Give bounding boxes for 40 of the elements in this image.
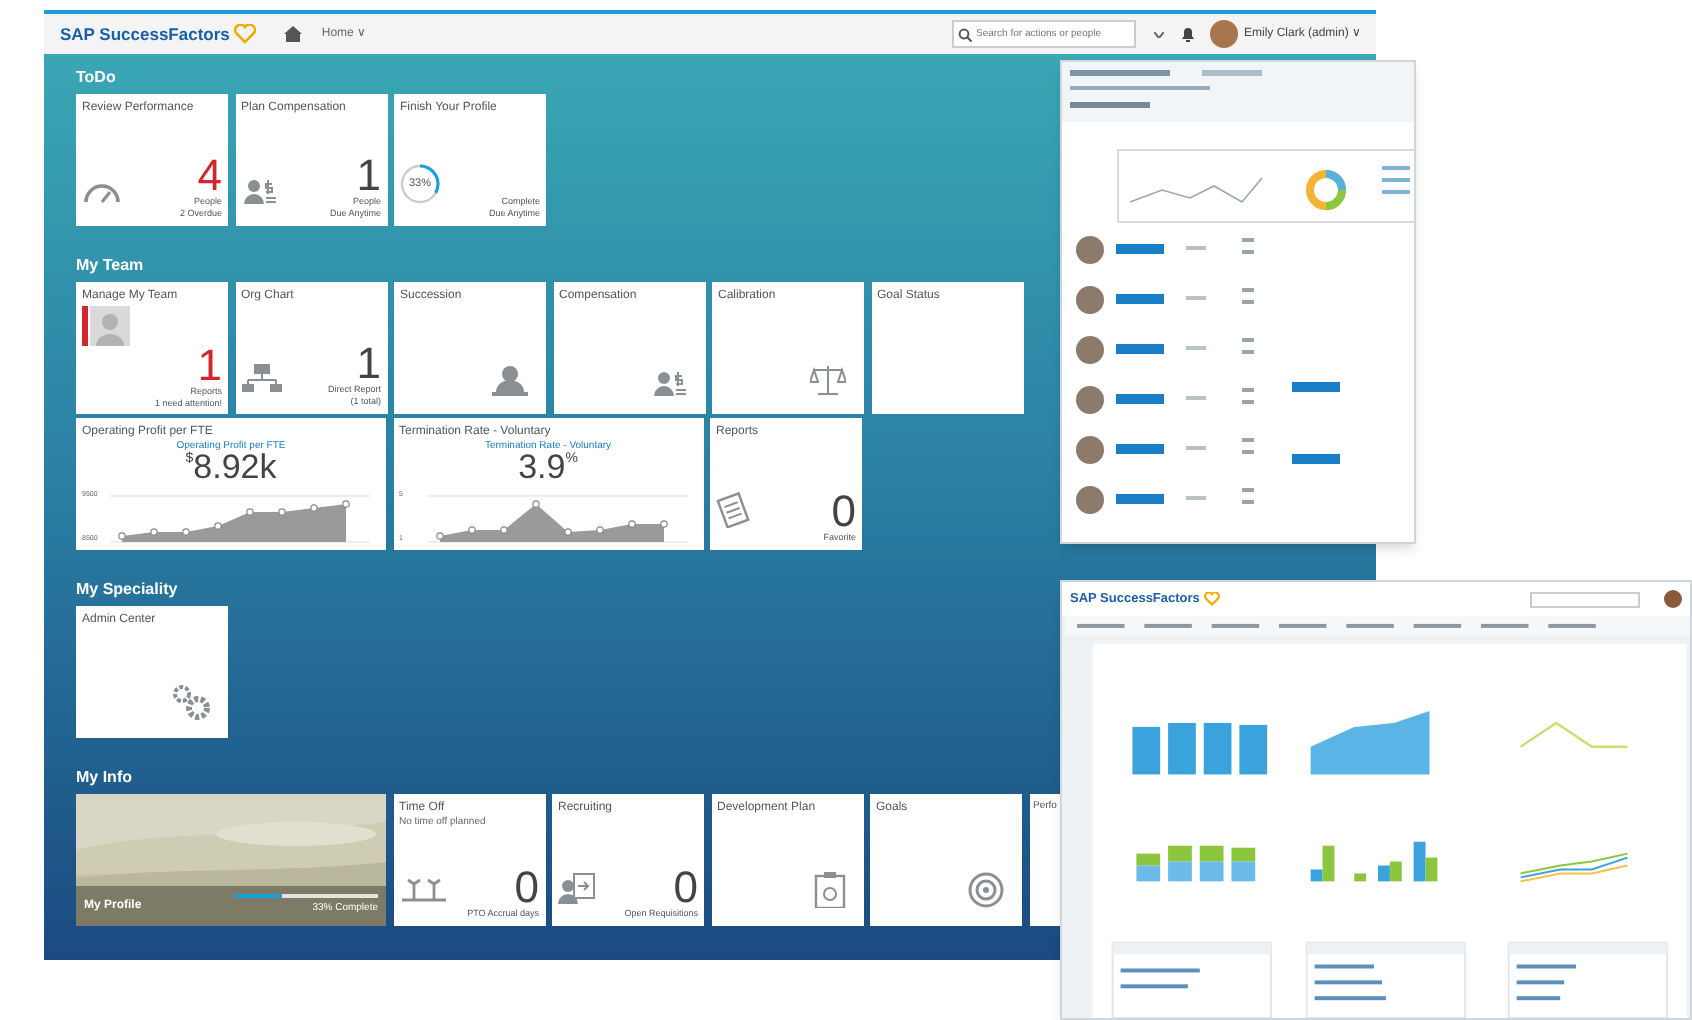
clipboard-icon <box>813 872 845 908</box>
bell-icon[interactable] <box>1181 27 1194 41</box>
avatar[interactable] <box>1664 590 1682 608</box>
tile-count: 0 <box>831 492 856 532</box>
gears-icon <box>172 684 210 720</box>
action-chip <box>1292 382 1340 392</box>
app-logo[interactable]: SAP SuccessFactors <box>60 21 230 47</box>
tile-count: 1 <box>356 344 381 384</box>
avatar-icon <box>82 306 130 346</box>
scale-icon <box>810 364 846 396</box>
documents-icon <box>716 492 752 528</box>
bar-chart-drawing <box>1132 722 1268 775</box>
person-icon <box>492 364 528 396</box>
target-icon <box>968 872 1004 908</box>
heart-icon <box>233 24 256 44</box>
action-chip <box>1292 454 1340 464</box>
tile-count: 1 <box>197 346 222 386</box>
line-chart-drawing <box>1519 721 1628 748</box>
kpi-value: 3.9 <box>518 452 566 484</box>
kpi-value: 8.92k <box>193 452 277 484</box>
org-chart-icon <box>241 364 281 392</box>
section-title: My Team <box>76 254 146 274</box>
tile-count: 4 <box>197 156 222 196</box>
section-title: My Info <box>76 766 134 786</box>
avatar[interactable] <box>1209 20 1238 48</box>
section-title: ToDo <box>76 66 118 86</box>
person-enter-icon <box>558 872 596 904</box>
tile-count: 0 <box>514 868 539 908</box>
tile-count: 1 <box>356 156 381 196</box>
multi-line-chart-drawing <box>1519 852 1629 883</box>
grouped-bar-chart-drawing <box>1310 841 1438 882</box>
search-field[interactable] <box>1530 591 1640 607</box>
person-dollar-icon <box>651 368 687 396</box>
tile-count: 0 <box>673 868 698 908</box>
area-chart-drawing <box>1310 711 1430 775</box>
heart-icon <box>1203 592 1220 606</box>
home-icon[interactable] <box>283 26 302 42</box>
person-dollar-icon <box>241 176 277 204</box>
stacked-bar-chart-drawing <box>1136 845 1256 882</box>
search-icon <box>957 28 972 42</box>
